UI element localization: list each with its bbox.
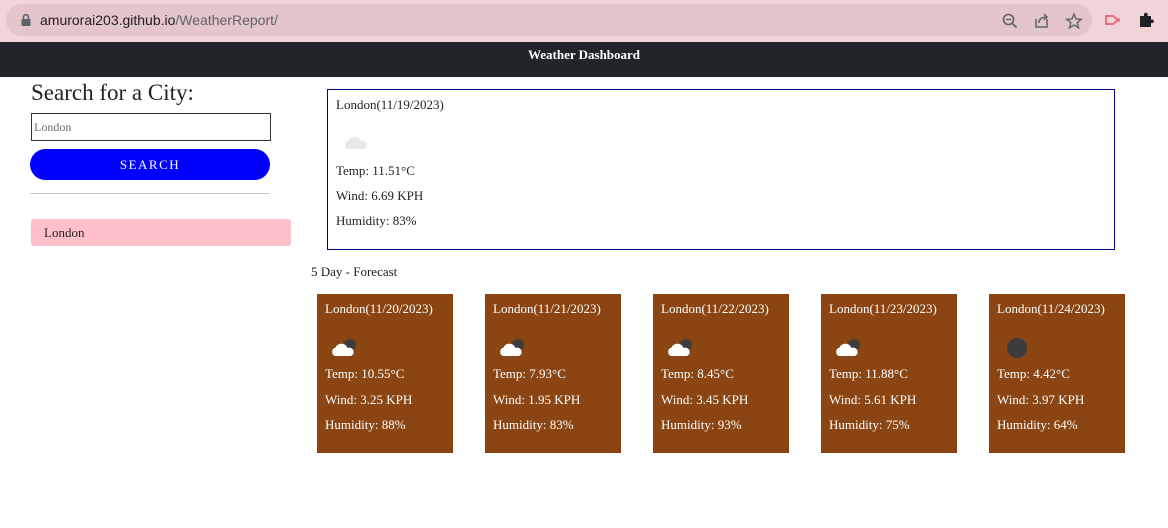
forecast-card: London(11/21/2023) Temp: 7.93°C Wind: 1.… [485,294,621,453]
extension-arrow-icon[interactable] [1104,11,1122,29]
zoom-icon[interactable] [1001,12,1019,30]
search-heading: Search for a City: [31,80,194,105]
address-bar[interactable]: amurorai203.github.io/WeatherReport/ [6,4,1092,36]
history-item-london[interactable]: London [31,219,291,246]
cloud-icon [345,136,367,149]
browser-toolbar: amurorai203.github.io/WeatherReport/ [0,0,1168,42]
forecast-city-date: London(11/22/2023) [661,301,769,316]
forecast-city-date: London(11/20/2023) [325,301,433,316]
forecast-temp: Temp: 11.88°C [829,366,908,381]
current-wind: Wind: 6.69 KPH [336,188,424,203]
extensions-puzzle-icon[interactable] [1137,11,1155,29]
forecast-card: London(11/24/2023) Temp: 4.42°C Wind: 3.… [989,294,1125,453]
divider [30,193,270,194]
url-path: /WeatherReport/ [175,12,278,28]
cloud-night-icon [500,339,524,356]
forecast-wind: Wind: 3.97 KPH [997,392,1085,407]
forecast-wind: Wind: 3.45 KPH [661,392,749,407]
forecast-card: London(11/23/2023) Temp: 11.88°C Wind: 5… [821,294,957,453]
forecast-wind: Wind: 1.95 KPH [493,392,581,407]
share-icon[interactable] [1033,12,1051,30]
forecast-temp: Temp: 4.42°C [997,366,1070,381]
lock-icon[interactable] [19,13,33,27]
forecast-card: London(11/22/2023) Temp: 8.45°C Wind: 3.… [653,294,789,453]
current-city-date: London(11/19/2023) [336,97,444,112]
forecast-temp: Temp: 8.45°C [661,366,734,381]
forecast-card: London(11/20/2023) Temp: 10.55°C Wind: 3… [317,294,453,453]
forecast-humidity: Humidity: 88% [325,417,406,432]
forecast-humidity: Humidity: 93% [661,417,742,432]
current-humidity: Humidity: 83% [336,213,417,228]
bookmark-star-icon[interactable] [1065,12,1083,30]
cloud-night-icon [332,339,356,356]
current-temp: Temp: 11.51°C [336,163,415,178]
forecast-city-date: London(11/24/2023) [997,301,1105,316]
forecast-city-date: London(11/23/2023) [829,301,937,316]
forecast-temp: Temp: 10.55°C [325,366,405,381]
forecast-wind: Wind: 3.25 KPH [325,392,413,407]
forecast-humidity: Humidity: 64% [997,417,1078,432]
search-button[interactable]: SEARCH [30,149,270,180]
moon-icon [1007,338,1027,358]
forecast-humidity: Humidity: 75% [829,417,910,432]
forecast-wind: Wind: 5.61 KPH [829,392,917,407]
cloud-night-icon [668,339,692,356]
forecast-temp: Temp: 7.93°C [493,366,566,381]
url-text[interactable]: amurorai203.github.io/WeatherReport/ [40,11,278,29]
city-search-input[interactable] [31,113,271,141]
navbar: Weather Dashboard [0,42,1168,77]
forecast-city-date: London(11/21/2023) [493,301,601,316]
current-weather-card: London(11/19/2023) Temp: 11.51°C Wind: 6… [327,89,1115,250]
forecast-humidity: Humidity: 83% [493,417,574,432]
url-host: amurorai203.github.io [40,12,176,28]
navbar-title: Weather Dashboard [527,47,641,62]
forecast-heading: 5 Day - Forecast [311,264,398,279]
cloud-night-icon [836,339,860,356]
